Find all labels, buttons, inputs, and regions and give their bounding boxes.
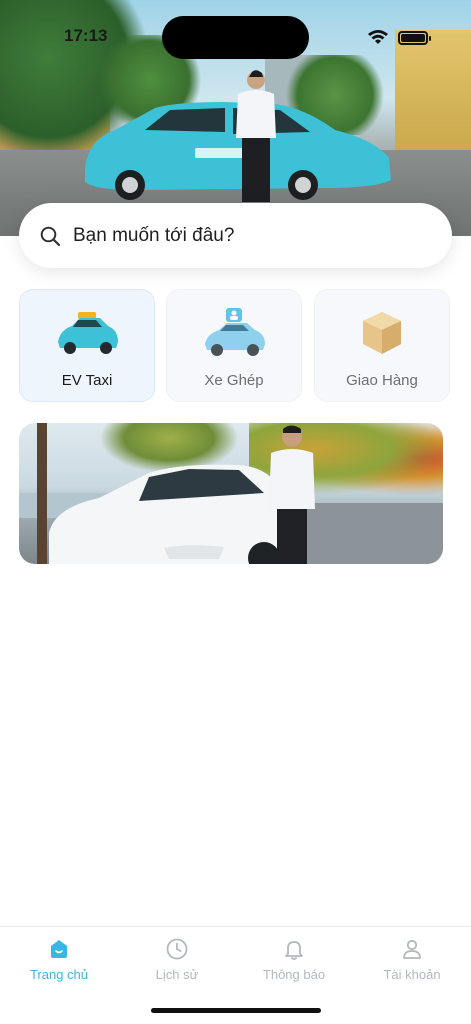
service-label: EV Taxi bbox=[61, 372, 113, 389]
tab-notifications[interactable]: Thông báo bbox=[235, 927, 353, 997]
user-icon bbox=[403, 939, 421, 959]
home-indicator bbox=[151, 1008, 321, 1013]
tab-home[interactable]: Trang chủ bbox=[0, 927, 118, 997]
tab-label: Thông báo bbox=[262, 967, 326, 982]
service-label: Giao Hàng bbox=[346, 372, 418, 389]
taxi-car-icon bbox=[58, 312, 118, 354]
promo-banner[interactable] bbox=[19, 423, 443, 564]
search-icon bbox=[40, 226, 61, 246]
promo-driver bbox=[269, 425, 315, 564]
wifi-icon bbox=[368, 30, 388, 44]
dynamic-island bbox=[162, 16, 309, 59]
home-icon bbox=[51, 940, 67, 958]
tab-account[interactable]: Tài khoản bbox=[353, 927, 471, 997]
package-box-icon bbox=[363, 312, 401, 354]
clock-icon bbox=[166, 938, 188, 960]
tab-history[interactable]: Lịch sử bbox=[118, 927, 236, 997]
service-ev-taxi[interactable]: EV Taxi bbox=[19, 289, 155, 402]
carpool-car-icon bbox=[205, 308, 265, 356]
tab-label: Trang chủ bbox=[29, 967, 89, 982]
search-placeholder: Bạn muốn tới đâu? bbox=[73, 224, 235, 246]
bell-icon bbox=[285, 941, 303, 960]
battery-icon bbox=[398, 31, 431, 45]
hero-driver bbox=[236, 70, 276, 202]
status-time: 17:13 bbox=[64, 26, 108, 45]
service-carpool[interactable]: Xe Ghép bbox=[166, 289, 302, 402]
tab-label: Lịch sử bbox=[155, 967, 199, 982]
tab-label: Tài khoản bbox=[383, 967, 441, 982]
service-label: Xe Ghép bbox=[204, 372, 264, 389]
destination-search-bar[interactable]: Bạn muốn tới đâu? bbox=[19, 203, 452, 268]
service-delivery[interactable]: Giao Hàng bbox=[314, 289, 450, 402]
status-bar: 17:13 bbox=[0, 0, 471, 60]
